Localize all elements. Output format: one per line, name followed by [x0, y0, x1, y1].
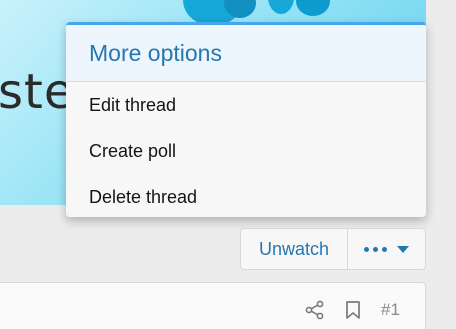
unwatch-label: Unwatch	[258, 238, 330, 259]
ellipsis-icon	[382, 246, 387, 252]
menu-item-label: Create poll	[89, 140, 177, 161]
post-number-link[interactable]: #1	[381, 300, 400, 320]
ellipsis-icon	[373, 246, 378, 252]
menu-item-delete-thread[interactable]: Delete thread	[66, 174, 426, 217]
caret-down-icon	[397, 245, 409, 253]
more-options-menu: More options Edit thread Create poll Del…	[66, 22, 426, 217]
menu-item-label: Delete thread	[89, 186, 198, 207]
share-icon[interactable]	[305, 300, 325, 320]
thread-action-buttons: Unwatch	[240, 228, 426, 270]
ellipsis-icon	[364, 246, 369, 252]
bookmark-icon[interactable]	[345, 300, 361, 320]
menu-header: More options	[66, 25, 426, 82]
menu-title: More options	[89, 39, 222, 66]
more-options-button[interactable]	[348, 229, 425, 269]
menu-item-edit-thread[interactable]: Edit thread	[66, 82, 426, 128]
banner-decoration	[268, 0, 294, 14]
banner-decoration	[296, 0, 330, 16]
menu-item-create-poll[interactable]: Create poll	[66, 128, 426, 174]
post-actions: #1	[305, 300, 400, 320]
unwatch-button[interactable]: Unwatch	[241, 229, 348, 269]
menu-item-label: Edit thread	[89, 94, 177, 115]
